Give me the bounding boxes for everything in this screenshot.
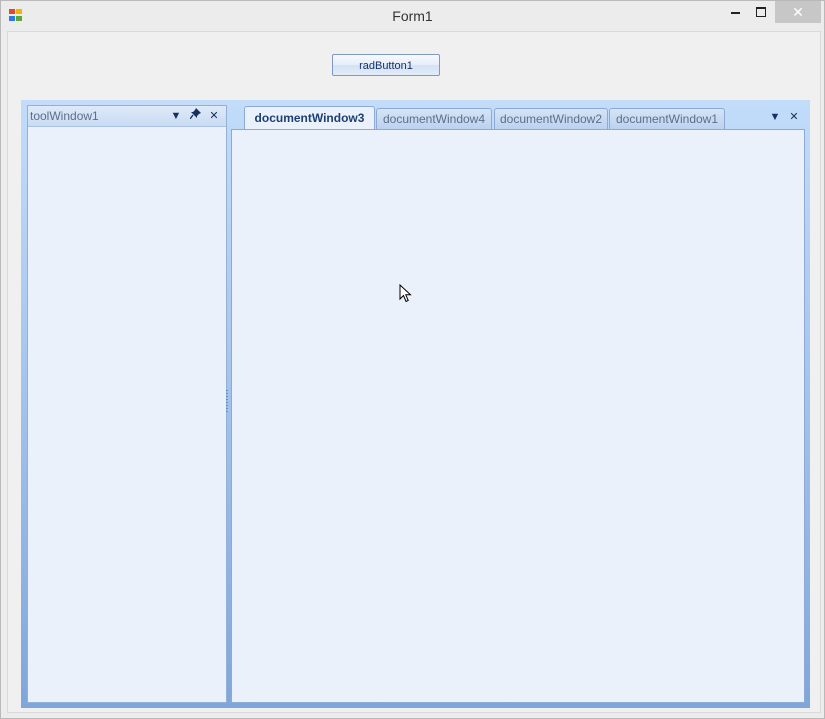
window-title: Form1 [392,8,433,24]
dropdown-arrow-icon[interactable]: ▼ [169,108,183,124]
minimize-button[interactable] [722,1,748,23]
close-button[interactable]: ✕ [775,1,821,23]
document-window-3-content[interactable] [231,129,805,703]
maximize-icon [756,7,766,17]
tool-window-close-icon[interactable]: ✕ [207,108,221,124]
tool-window-title: toolWindow1 [30,109,99,123]
minimize-icon [730,12,740,14]
splitter-handle[interactable] [226,390,228,412]
document-menu-arrow-icon[interactable]: ▼ [768,110,782,124]
tool-window-1: toolWindow1 ▼ ✕ [27,105,227,703]
rad-dock: toolWindow1 ▼ ✕ documentWindow3 document… [21,100,810,708]
tab-documentwindow1[interactable]: documentWindow1 [609,108,725,129]
mouse-cursor-icon [399,284,412,303]
tab-documentwindow4[interactable]: documentWindow4 [376,108,492,129]
maximize-button[interactable] [748,1,774,23]
close-icon: ✕ [792,4,804,20]
tab-documentwindow2[interactable]: documentWindow2 [494,108,608,129]
rad-button-1[interactable]: radButton1 [332,54,440,76]
title-bar[interactable]: Form1 ✕ [1,1,824,31]
document-close-icon[interactable]: ✕ [787,110,801,124]
document-container: documentWindow3 documentWindow4 document… [231,105,805,703]
form-client-area: radButton1 toolWindow1 ▼ ✕ documentWindo… [7,31,821,713]
tool-window-caption[interactable]: toolWindow1 ▼ ✕ [28,106,226,127]
document-tab-strip: documentWindow3 documentWindow4 document… [231,105,805,130]
main-window: Form1 ✕ radButton1 toolWindow1 ▼ ✕ docum… [0,0,825,719]
pin-icon[interactable] [188,108,202,124]
tab-documentwindow3[interactable]: documentWindow3 [244,106,375,129]
